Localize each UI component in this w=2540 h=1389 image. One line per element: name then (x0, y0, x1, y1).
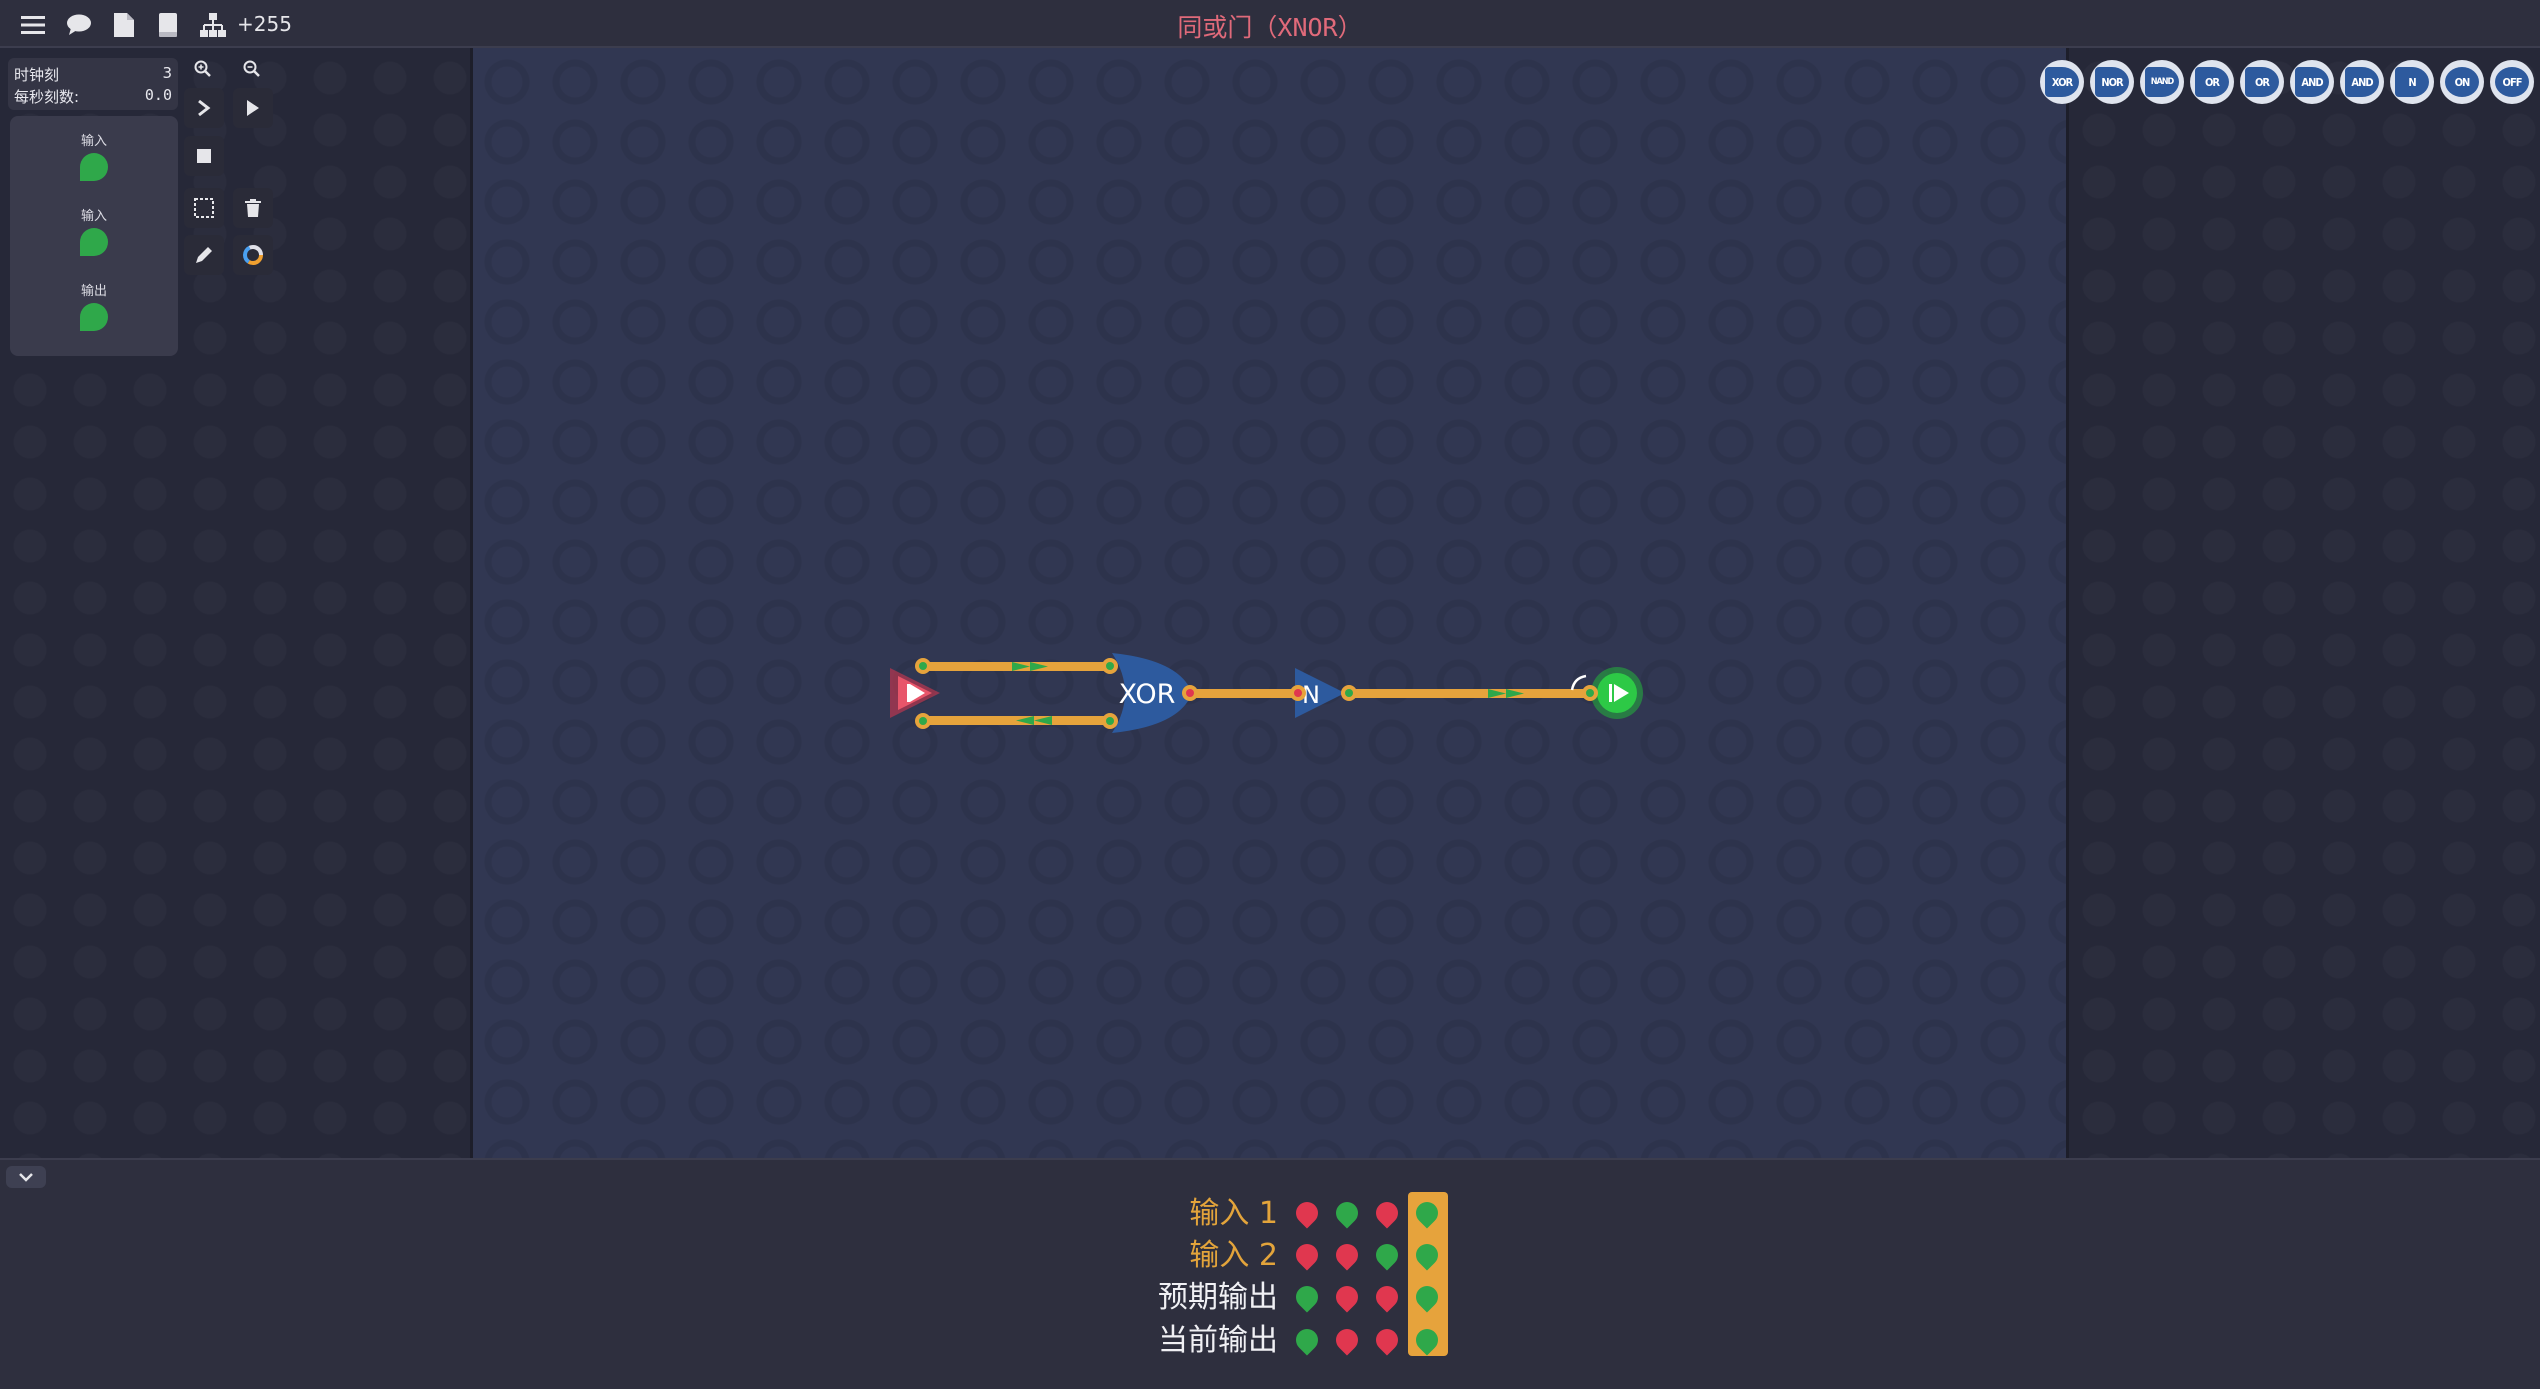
pencil-icon (196, 247, 212, 263)
top-bar: +255 同或门（XNOR） (0, 0, 2540, 48)
circuit-canvas[interactable] (470, 48, 2069, 1158)
delete-button[interactable] (233, 188, 273, 228)
pin-state (919, 662, 927, 670)
truth-cell-2-3 (1371, 1239, 1403, 1271)
delete-icon (245, 199, 261, 217)
palette-or-button-2[interactable]: OR (2240, 60, 2284, 104)
tps-label: 每秒刻数: (14, 88, 80, 106)
tick-value: 3 (162, 64, 172, 82)
palette-or-button-1[interactable]: OR (2190, 60, 2234, 104)
truth-cell-3-2 (1331, 1281, 1363, 1313)
palette-off-button[interactable]: OFF (2490, 60, 2534, 104)
palette-xor-button[interactable]: XOR (2040, 60, 2084, 104)
io-label: 输入 (80, 209, 107, 224)
play-button[interactable] (233, 88, 273, 128)
palette-label: NAND (2145, 67, 2179, 97)
pencil-button[interactable] (184, 235, 224, 275)
file-icon[interactable] (107, 8, 141, 42)
palette-label: AND (2295, 67, 2329, 97)
io-label: 输入 (80, 134, 107, 149)
io-state-indicator (80, 303, 108, 331)
palette-not-button[interactable]: N (2390, 60, 2434, 104)
palette-label: N (2395, 67, 2429, 97)
truth-row-label-input-1: 输入 1 (1189, 1196, 1278, 1231)
truth-cell-1-1 (1291, 1197, 1323, 1229)
play-icon (247, 100, 259, 116)
chevron-down-icon (19, 1173, 33, 1182)
xor-gate-label: XOR (1119, 679, 1176, 710)
io-item-output[interactable]: 输出 (10, 280, 178, 335)
clock-panel: 时钟刻 3 每秒刻数: 0.0 (8, 58, 178, 110)
truth-cell-4-1 (1291, 1324, 1323, 1356)
pin-state (1294, 689, 1302, 697)
right-margin (2069, 48, 2540, 1158)
palette-on-button[interactable]: ON (2440, 60, 2484, 104)
pin-state (1106, 662, 1114, 670)
zoom-out-icon (243, 60, 260, 77)
truth-cell-1-2 (1331, 1197, 1363, 1229)
wire-not-to-output[interactable] (1348, 689, 1588, 698)
io-item-input-2[interactable]: 输入 (10, 205, 178, 260)
io-state-indicator (80, 153, 108, 181)
zoom-in-icon (194, 60, 211, 77)
palette-and-button-2[interactable]: AND (2340, 60, 2384, 104)
pin-state (1106, 717, 1114, 725)
truth-cell-1-3 (1371, 1197, 1403, 1229)
tps-value: 0.0 (144, 86, 172, 104)
palette-label: AND (2345, 67, 2379, 97)
step-icon (198, 99, 211, 117)
palette-label: OFF (2495, 67, 2529, 97)
truth-cell-4-2 (1331, 1324, 1363, 1356)
truth-cell-2-1 (1291, 1239, 1323, 1271)
pin-state (1186, 689, 1194, 697)
select-icon (194, 198, 214, 218)
level-title: 同或门（XNOR） (1177, 13, 1363, 42)
truth-row-label-current: 当前输出 (1158, 1323, 1278, 1358)
step-button[interactable] (184, 88, 224, 128)
zoom-in-button[interactable] (184, 50, 222, 88)
palette-label: OR (2195, 67, 2229, 97)
zoom-out-button[interactable] (233, 50, 271, 88)
pin-state (919, 717, 927, 725)
pin-state (1345, 689, 1353, 697)
io-panel: 输入 输入 输出 (10, 116, 178, 356)
truth-row-label-input-2: 输入 2 (1189, 1238, 1278, 1273)
wire-input-top[interactable] (922, 662, 1110, 671)
stop-button[interactable] (184, 136, 224, 176)
palette-nor-button[interactable]: NOR (2090, 60, 2134, 104)
color-button[interactable] (233, 235, 273, 275)
truth-cell-4-3 (1371, 1324, 1403, 1356)
palette-nand-button[interactable]: NAND (2140, 60, 2184, 104)
truth-cell-3-1 (1291, 1281, 1323, 1313)
select-button[interactable] (184, 188, 224, 228)
truth-cell-3-3 (1371, 1281, 1403, 1313)
score-counter: +255 (237, 12, 292, 36)
truth-row-label-expected: 预期输出 (1158, 1280, 1278, 1315)
io-item-input-1[interactable]: 输入 (10, 130, 178, 185)
truth-table-panel: 输入 1 输入 2 预期输出 当前输出 (0, 1158, 2540, 1389)
palette-label: XOR (2045, 67, 2079, 97)
palette-label: ON (2445, 67, 2479, 97)
palette-and-button-1[interactable]: AND (2290, 60, 2334, 104)
color-wheel-icon (243, 245, 263, 265)
stop-icon (197, 149, 211, 163)
tick-label: 时钟刻 (14, 66, 60, 84)
hierarchy-icon[interactable] (196, 8, 230, 42)
io-state-indicator (80, 228, 108, 256)
pin-state (1586, 689, 1594, 697)
book-icon[interactable] (151, 8, 185, 42)
wire-input-bottom[interactable] (922, 716, 1110, 725)
menu-icon[interactable] (16, 8, 50, 42)
collapse-panel-button[interactable] (6, 1166, 46, 1188)
palette-label: NOR (2095, 67, 2129, 97)
chat-icon[interactable] (62, 8, 96, 42)
palette-label: OR (2245, 67, 2279, 97)
truth-cell-2-2 (1331, 1239, 1363, 1271)
io-label: 输出 (80, 284, 107, 299)
